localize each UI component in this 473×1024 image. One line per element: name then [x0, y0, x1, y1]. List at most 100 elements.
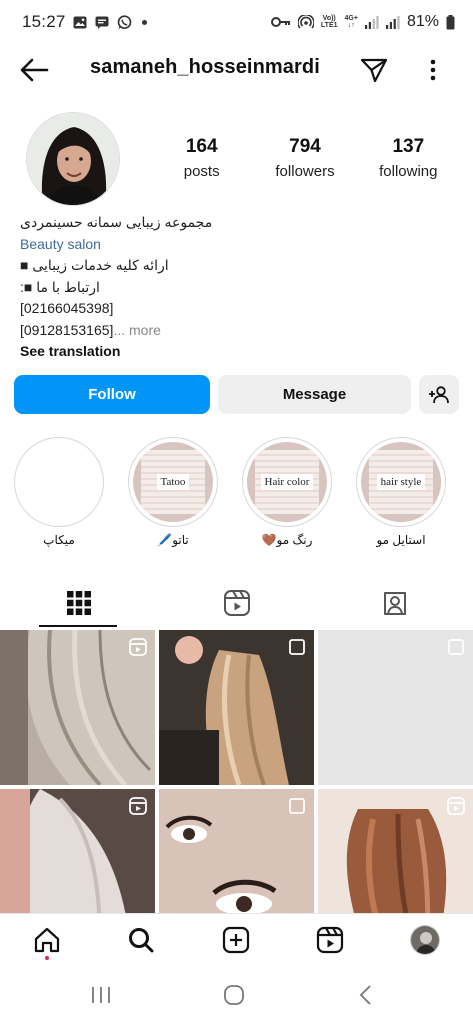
posts-stat[interactable]: 164 posts [150, 136, 253, 180]
home-circle-icon [224, 985, 244, 1005]
reels-icon [224, 590, 250, 616]
notification-dot [45, 956, 49, 960]
highlight-ring: hair style [356, 437, 446, 527]
add-person-icon [429, 385, 449, 403]
highlight-cover: hair style [361, 442, 441, 522]
highlight-ring: Tatoo [128, 437, 218, 527]
send-message-button[interactable] [358, 54, 390, 86]
highlight-ring: Hair color [242, 437, 332, 527]
multi-photo-badge-icon [289, 798, 305, 814]
profile-stats: 164 posts 794 followers 137 following [150, 136, 460, 180]
profile-content-tabs [0, 578, 473, 628]
profile-bio: مجموعه زیبایی سمانه حسینمردی Beauty salo… [20, 212, 460, 363]
bottom-navigation [0, 913, 473, 965]
highlight-hair-style[interactable]: hair style استایل مو [356, 437, 446, 547]
highlight-cover: Hair color [247, 442, 327, 522]
following-stat[interactable]: 137 following [357, 136, 460, 180]
followers-count: 794 [289, 136, 321, 157]
following-label: following [379, 163, 438, 180]
gallery-notification-icon [73, 15, 88, 29]
signal-strength-2-icon [385, 15, 400, 29]
battery-percent: 81% [406, 13, 439, 30]
home-system-button[interactable] [214, 980, 254, 1010]
battery-icon [446, 14, 455, 29]
multi-photo-badge-icon [289, 639, 305, 655]
tagged-person-icon [384, 592, 406, 615]
clock: 15:27 [22, 12, 66, 31]
profile-photo-image [27, 113, 119, 205]
post-thumbnail[interactable] [159, 630, 314, 785]
following-count: 137 [392, 136, 425, 157]
messaging-notification-icon [95, 15, 110, 29]
post-thumbnail[interactable] [0, 630, 155, 785]
bio-more-link[interactable]: ... more [113, 322, 160, 338]
own-avatar [410, 925, 440, 955]
tab-posts-grid[interactable] [0, 578, 158, 628]
status-bar: 15:27 Vo)) LTE1 4G+ ↓↑ 81% [0, 0, 473, 44]
back-button[interactable] [18, 54, 50, 86]
reels-icon [316, 926, 344, 954]
reel-badge-icon [129, 638, 147, 656]
highlight-cover-caption: hair style [376, 474, 426, 490]
options-menu-button[interactable] [418, 54, 448, 86]
highlight-label: استایل مو [376, 533, 426, 547]
own-avatar-image [411, 926, 439, 954]
plus-square-icon [222, 926, 250, 954]
bio-line-contact: ارتباط با ما ■: [20, 278, 100, 295]
bio-phone-2[interactable]: [09128153165] [20, 322, 113, 338]
nav-reels[interactable] [283, 914, 377, 966]
highlight-cover-caption: Tatoo [156, 474, 190, 490]
highlight-label: میکاپ [43, 533, 75, 547]
kebab-menu-icon [430, 59, 436, 81]
bio-phone-1[interactable]: [02166045398] [20, 300, 113, 316]
volte-indicator: Vo)) LTE1 [320, 15, 338, 29]
recent-apps-icon [92, 987, 110, 1003]
bio-line-services: ارائه کلیه خدمات زیبایی ■ [20, 257, 169, 273]
bio-category[interactable]: Beauty salon [20, 236, 101, 252]
active-tab-indicator [39, 625, 117, 627]
arrow-left-icon [20, 58, 49, 82]
highlight-cover: Tatoo [133, 442, 213, 522]
nav-home[interactable] [0, 914, 94, 966]
suggested-users-button[interactable] [419, 375, 459, 414]
post-thumbnail[interactable] [0, 789, 155, 913]
follow-button[interactable]: Follow [14, 375, 210, 414]
chevron-left-icon [359, 985, 371, 1005]
system-back-button[interactable] [346, 980, 386, 1010]
whatsapp-notification-icon [117, 14, 132, 29]
nav-search[interactable] [94, 914, 188, 966]
reel-badge-icon [447, 797, 465, 815]
profile-avatar[interactable] [26, 112, 120, 206]
recent-apps-button[interactable] [81, 980, 121, 1010]
grid-icon [67, 591, 91, 615]
followers-stat[interactable]: 794 followers [253, 136, 356, 180]
hotspot-icon [297, 15, 314, 29]
posts-grid [0, 630, 473, 913]
search-icon [129, 928, 154, 953]
highlight-label: رنگ مو🤎 [261, 533, 313, 547]
nav-profile[interactable] [378, 914, 472, 966]
see-translation-link[interactable]: See translation [20, 343, 120, 359]
followers-label: followers [275, 163, 335, 180]
nav-create[interactable] [189, 914, 283, 966]
bio-display-name: مجموعه زیبایی سمانه حسینمردی [20, 214, 213, 230]
profile-actions: Follow Message [14, 375, 460, 415]
tab-reels[interactable] [158, 578, 316, 628]
more-notifications-dot [141, 19, 147, 25]
tab-tagged[interactable] [316, 578, 473, 628]
message-button[interactable]: Message [218, 375, 411, 414]
highlight-makeup[interactable]: میکاپ [14, 437, 104, 547]
post-thumbnail[interactable] [318, 789, 473, 913]
reel-badge-icon [129, 797, 147, 815]
highlight-tattoo[interactable]: Tatoo تاتو🖊️ [128, 437, 218, 547]
key-icon [270, 15, 291, 29]
posts-count: 164 [185, 136, 218, 157]
posts-label: posts [183, 163, 220, 180]
post-thumbnail[interactable] [318, 630, 473, 785]
data-indicator: 4G+ ↓↑ [344, 15, 358, 29]
highlight-hair-color[interactable]: Hair color رنگ مو🤎 [242, 437, 332, 547]
highlight-label: تاتو🖊️ [157, 533, 189, 547]
profile-username: samaneh_hosseinmardi [90, 56, 320, 78]
highlight-ring [14, 437, 104, 527]
post-thumbnail[interactable] [159, 789, 314, 913]
